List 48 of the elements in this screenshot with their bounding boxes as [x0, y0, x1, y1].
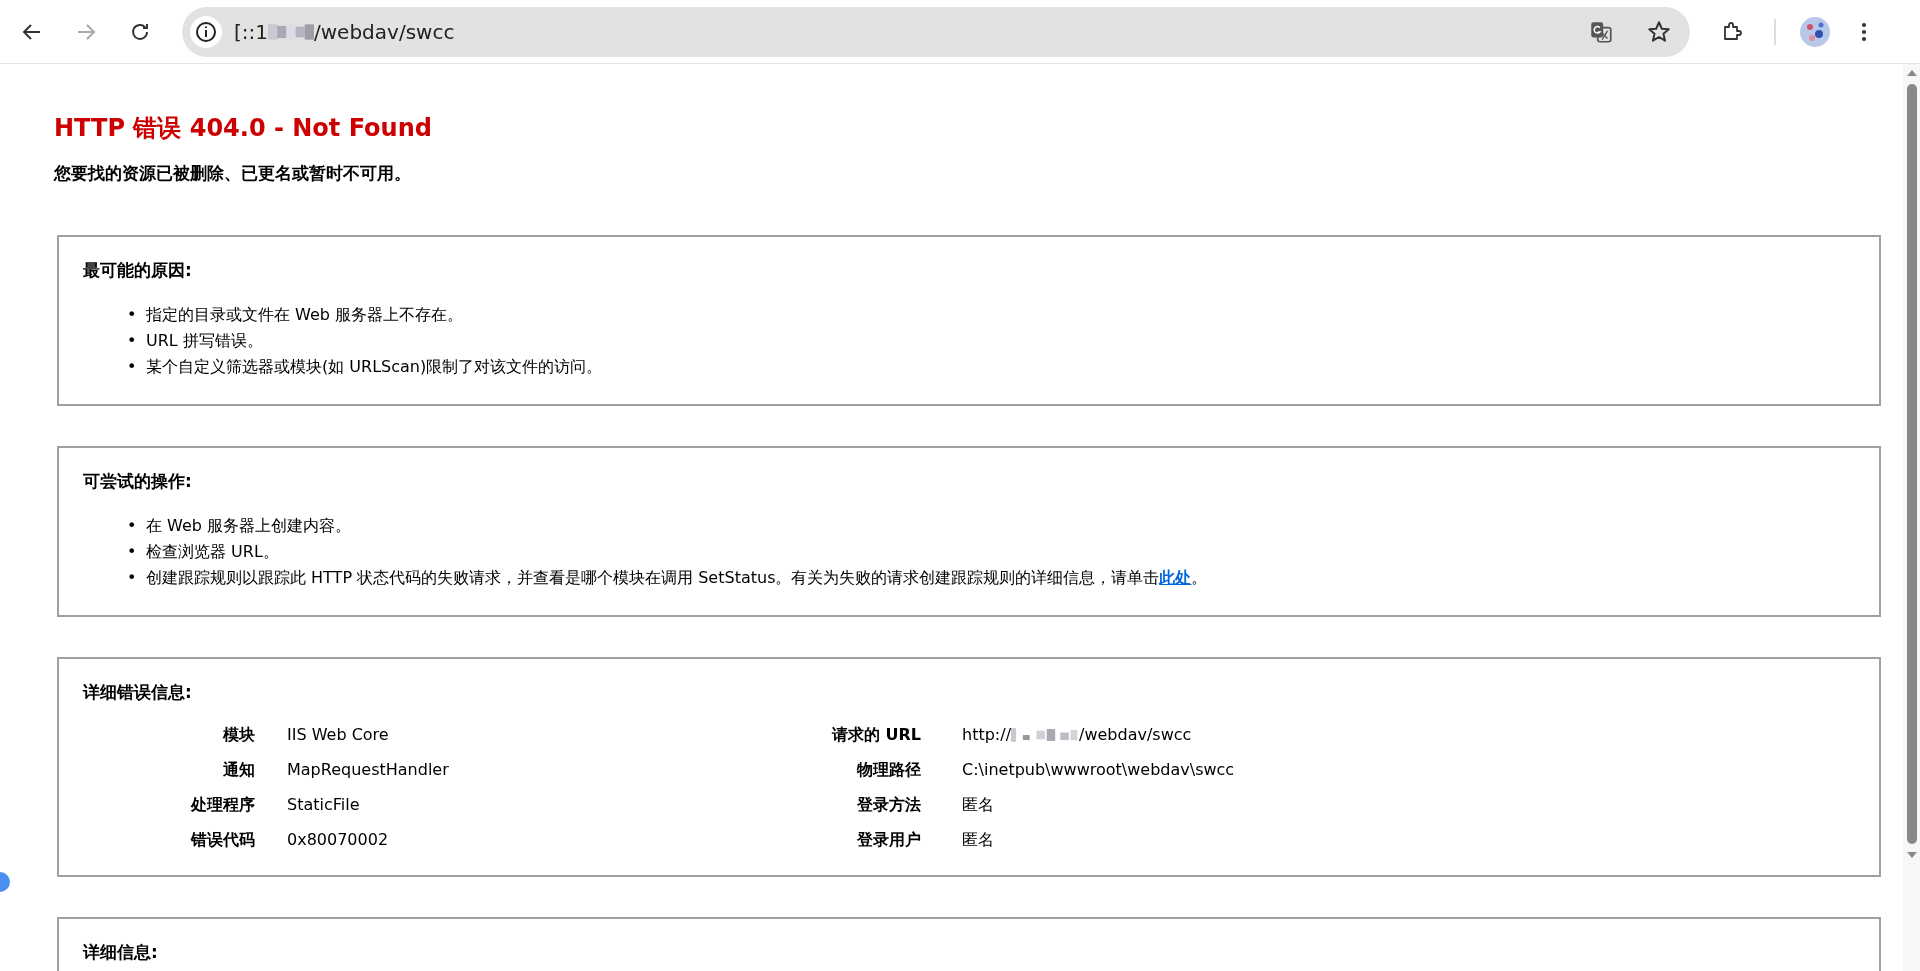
bullet: •	[127, 515, 138, 537]
scroll-thumb[interactable]	[1906, 84, 1917, 844]
field-value: http://	[962, 724, 1011, 746]
info-icon[interactable]	[190, 15, 222, 48]
bullet: •	[127, 541, 138, 563]
star-icon[interactable]	[1646, 18, 1672, 45]
bullet: •	[127, 330, 138, 352]
field-value: MapRequestHandler	[287, 759, 449, 781]
blurred-region	[268, 21, 314, 42]
field-value: 0x80070002	[287, 829, 389, 851]
list-item: 检查浏览器 URL。	[146, 541, 279, 563]
field-label: 通知	[222, 760, 255, 781]
list-item: 创建跟踪规则以跟踪此 HTTP 状态代码的失败请求，并查看是哪个模块在调用 SetStatus。有关为失败的请求创建跟踪规则的详细信息，请单击此处。	[146, 567, 1208, 589]
section-heading: 可尝试的操作:	[83, 470, 193, 493]
bullet: •	[127, 567, 138, 589]
field-value: StaticFile	[287, 794, 360, 816]
error-title: HTTP 错误 404.0 - Not Found	[54, 113, 433, 144]
scroll-up-icon[interactable]	[1906, 70, 1917, 76]
url-text: /webdav/swcc	[314, 19, 455, 44]
section-heading: 最可能的原因:	[83, 259, 193, 282]
list-item: 在 Web 服务器上创建内容。	[146, 515, 352, 537]
list-item: 某个自定义筛选器或模块(如 URLScan)限制了对该文件的访问。	[146, 356, 603, 378]
field-value: IIS Web Core	[287, 724, 389, 746]
avatar-icon[interactable]	[1800, 16, 1830, 47]
address-bar[interactable]: [::1 /webdav/swcc	[182, 6, 1690, 57]
field-label: 登录用户	[856, 830, 921, 851]
field-value: 匿名	[962, 794, 994, 816]
field-value: 匿名	[962, 829, 994, 851]
section-heading: 详细错误信息:	[83, 681, 193, 704]
error-subtitle: 您要找的资源已被删除、已更名或暂时不可用。	[54, 162, 412, 185]
scroll-down-icon[interactable]	[1906, 852, 1917, 858]
field-value: /webdav/swcc	[1079, 724, 1192, 746]
field-label: 登录方法	[856, 795, 921, 816]
here-link[interactable]: 此处	[1159, 568, 1192, 587]
blurred-region	[1011, 727, 1079, 743]
url-text: [::1	[234, 19, 268, 44]
scrollbar[interactable]	[1903, 64, 1920, 971]
list-item: URL 拼写错误。	[146, 330, 263, 352]
field-label: 处理程序	[189, 795, 255, 816]
field-label: 错误代码	[189, 830, 255, 851]
bullet: •	[127, 356, 138, 378]
field-label: 物理路径	[856, 760, 921, 781]
field-label: 请求的 URL	[830, 725, 921, 746]
list-item: 指定的目录或文件在 Web 服务器上不存在。	[146, 304, 464, 326]
bullet: •	[127, 304, 138, 326]
field-label: 模块	[222, 725, 255, 746]
field-value: C:\inetpub\wwwroot\webdav\swcc	[962, 759, 1235, 781]
section-heading: 详细信息:	[83, 941, 159, 964]
